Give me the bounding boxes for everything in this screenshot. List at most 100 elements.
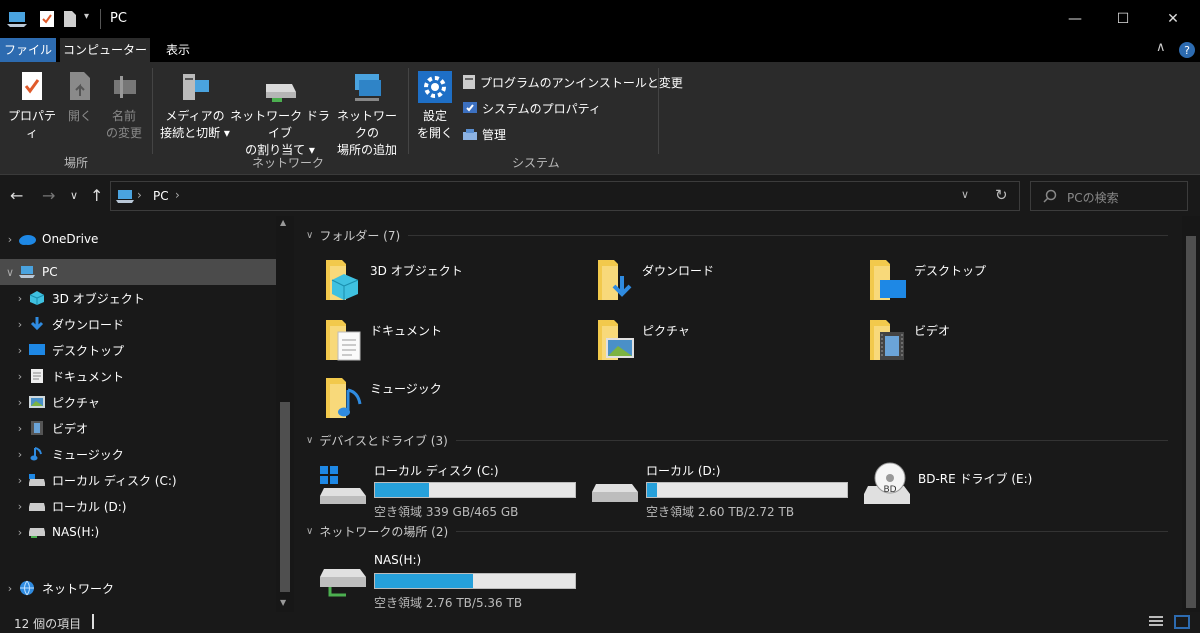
large-icons-view-icon[interactable] (1174, 615, 1190, 629)
tab-computer[interactable]: コンピューター (60, 38, 150, 62)
manage-button[interactable]: 管理 (462, 125, 506, 143)
expand-chevron-icon[interactable]: › (12, 500, 28, 513)
drive-usage-bar (374, 573, 576, 589)
folder-pictures[interactable]: ピクチャ (594, 316, 854, 372)
media-connect-button[interactable]: メディアの 接続と切断 ▾ (158, 70, 232, 142)
nav-item-network[interactable]: › ネットワーク (0, 575, 276, 601)
nav-item-local-disk-c[interactable]: › ローカル ディスク (C:) (0, 467, 276, 493)
nav-item-nas[interactable]: › NAS(H:) (0, 519, 276, 545)
folder-music[interactable]: ミュージック (322, 374, 582, 430)
expand-chevron-icon[interactable]: › (12, 474, 28, 487)
drive-e[interactable]: BD BD-RE ドライブ (E:) (860, 460, 1130, 516)
nav-item-pc[interactable]: ∨ PC (0, 259, 276, 285)
refresh-icon[interactable]: ↻ (995, 186, 1008, 204)
collapse-chevron-icon[interactable]: ∨ (306, 526, 313, 537)
open-button[interactable]: 開く (64, 70, 96, 125)
properties-quick-icon[interactable] (38, 9, 56, 29)
back-button[interactable]: ← (10, 186, 23, 205)
nav-item-3d-objects[interactable]: › 3D オブジェクト (0, 285, 276, 311)
quick-access-dropdown-icon[interactable]: ▾ (84, 11, 89, 22)
folder-documents[interactable]: ドキュメント (322, 316, 582, 372)
content-scrollbar-thumb[interactable] (1186, 236, 1196, 608)
expand-chevron-icon[interactable]: › (12, 344, 28, 357)
pc-icon (7, 12, 27, 27)
nav-item-documents[interactable]: › ドキュメント (0, 363, 276, 389)
expand-chevron-icon[interactable]: › (12, 526, 28, 539)
expand-chevron-icon[interactable]: › (2, 582, 18, 595)
collapse-chevron-icon[interactable]: ∨ (306, 230, 313, 241)
up-button[interactable]: ↑ (90, 186, 103, 205)
breadcrumb-pc[interactable]: PC (153, 189, 169, 203)
forward-button[interactable]: → (42, 186, 55, 205)
folder-downloads[interactable]: ダウンロード (594, 256, 854, 312)
address-dropdown-icon[interactable]: ∨ (961, 188, 969, 201)
pc-icon (18, 264, 36, 280)
system-properties-button[interactable]: システムのプロパティ (462, 99, 601, 117)
nav-item-desktop[interactable]: › デスクトップ (0, 337, 276, 363)
expand-chevron-icon[interactable]: › (12, 422, 28, 435)
scroll-up-icon[interactable]: ▲ (280, 218, 286, 227)
expand-chevron-icon[interactable]: › (12, 370, 28, 383)
drive-c[interactable]: ローカル ディスク (C:) 空き領域 339 GB/465 GB (316, 460, 586, 519)
collapse-chevron-icon[interactable]: ∨ (306, 435, 313, 446)
drive-d[interactable]: ローカル (D:) 空き領域 2.60 TB/2.72 TB (588, 460, 858, 519)
nav-item-videos[interactable]: › ビデオ (0, 415, 276, 441)
nav-item-onedrive[interactable]: › OneDrive (0, 226, 276, 252)
section-header-folders[interactable]: ∨ フォルダー (7) (306, 226, 1168, 244)
nav-scrollbar-thumb[interactable] (280, 402, 290, 592)
uninstall-programs-button[interactable]: プログラムのアンインストールと変更 (462, 73, 683, 91)
recent-locations-dropdown-icon[interactable]: ∨ (70, 189, 78, 202)
minimize-button[interactable]: — (1050, 0, 1100, 38)
section-header-devices[interactable]: ∨ デバイスとドライブ (3) (306, 431, 1168, 449)
section-header-network-locations[interactable]: ∨ ネットワークの場所 (2) (306, 522, 1168, 540)
nav-label: NAS(H:) (52, 525, 100, 539)
breadcrumb-chevron-icon[interactable]: › (137, 188, 142, 202)
folder-3d-objects[interactable]: 3D オブジェクト (322, 256, 582, 312)
tab-view[interactable]: 表示 (150, 38, 206, 62)
drive-usage-fill (647, 483, 657, 497)
add-location-label-2: 場所の追加 (336, 143, 397, 157)
3d-objects-icon (28, 290, 46, 306)
tab-file[interactable]: ファイル (0, 38, 56, 62)
breadcrumb-chevron-icon[interactable]: › (175, 188, 180, 202)
rename-button[interactable]: 名前 の変更 (102, 70, 146, 142)
maximize-button[interactable]: ☐ (1098, 0, 1148, 38)
nav-item-local-d[interactable]: › ローカル (D:) (0, 493, 276, 519)
folder-videos[interactable]: ビデオ (866, 316, 1126, 372)
nav-scrollbar[interactable]: ▲ ▼ (276, 216, 294, 612)
help-icon[interactable]: ? (1178, 41, 1196, 59)
scroll-down-icon[interactable]: ▼ (280, 598, 286, 607)
expand-chevron-icon[interactable]: › (12, 318, 28, 331)
manage-label: 管理 (482, 127, 507, 142)
folder-desktop[interactable]: デスクトップ (866, 256, 1126, 312)
content-scrollbar[interactable] (1182, 216, 1200, 612)
expand-chevron-icon[interactable]: › (12, 448, 28, 461)
properties-button[interactable]: プロパティ (6, 70, 58, 142)
address-bar[interactable]: › PC › ∨ ↻ (110, 181, 1020, 211)
add-network-location-button[interactable]: ネットワークの 場所の追加 (332, 70, 402, 159)
details-view-icon[interactable] (1148, 615, 1164, 629)
map-network-drive-button[interactable]: ネットワーク ドライブ の割り当て ▾ (230, 70, 330, 159)
expand-chevron-icon[interactable]: › (12, 292, 28, 305)
drive-h[interactable]: NAS(H:) 空き領域 2.76 TB/5.36 TB (316, 551, 586, 610)
open-settings-button[interactable]: 設定 を開く (414, 70, 456, 142)
collapse-ribbon-icon[interactable]: ∧ (1156, 40, 1166, 55)
nav-item-music[interactable]: › ミュージック (0, 441, 276, 467)
system-properties-icon (463, 102, 477, 113)
search-box[interactable]: PCの検索 (1030, 181, 1188, 211)
nav-item-downloads[interactable]: › ダウンロード (0, 311, 276, 337)
expand-chevron-icon[interactable]: › (12, 396, 28, 409)
drive-usage-fill (375, 483, 429, 497)
navigation-bar: ← → ∨ ↑ › PC › ∨ ↻ PCの検索 (0, 176, 1200, 216)
nav-item-pictures[interactable]: › ピクチャ (0, 389, 276, 415)
section-title: デバイスとドライブ (3) (319, 433, 448, 448)
nav-label: ダウンロード (52, 317, 125, 332)
close-button[interactable]: ✕ (1148, 0, 1198, 38)
media-label-2: 接続と切断 ▾ (160, 126, 230, 140)
expand-chevron-icon[interactable]: › (2, 233, 18, 246)
drive-free-space: 空き領域 2.76 TB/5.36 TB (374, 596, 523, 610)
folder-pictures-icon (598, 320, 634, 360)
new-folder-quick-icon[interactable] (62, 9, 78, 29)
collapse-chevron-icon[interactable]: ∨ (2, 266, 18, 279)
network-globe-icon (18, 580, 36, 596)
